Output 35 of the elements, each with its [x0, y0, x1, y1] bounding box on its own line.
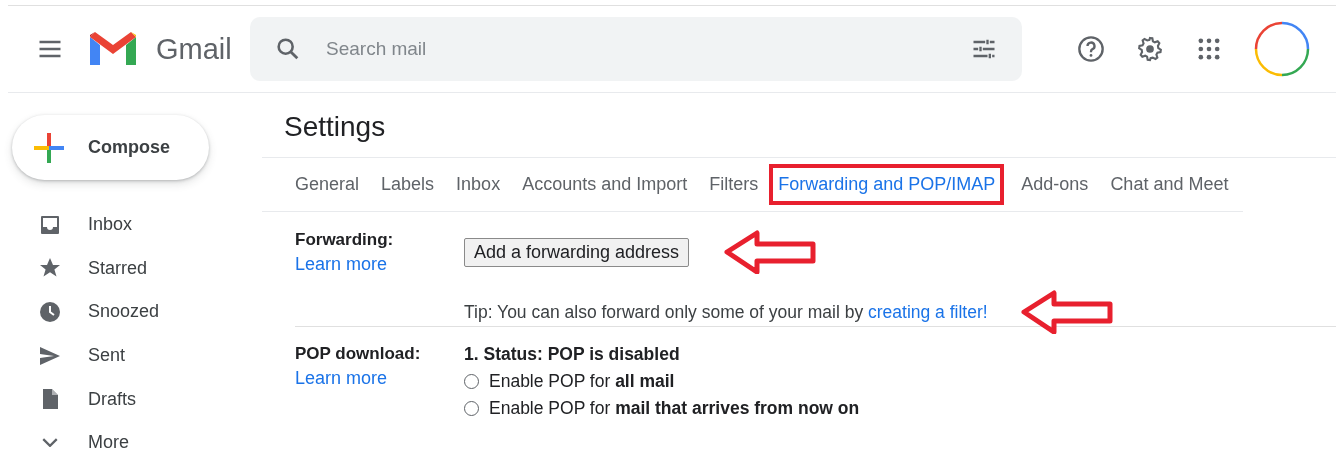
clock-icon — [38, 300, 62, 324]
page-title: Settings — [262, 93, 1336, 158]
learn-more-link[interactable]: Learn more — [295, 254, 388, 275]
settings-tab[interactable]: General — [295, 174, 371, 195]
sidebar-item[interactable]: Starred — [88, 257, 148, 279]
option-label: Enable POP for mail that arrives from now on — [489, 398, 860, 419]
pop-status: 1. Status: POP is disabled — [464, 344, 681, 365]
add-forwarding-address-button[interactable]: Add a forwarding address — [464, 237, 690, 267]
section-label: POP download: — [295, 344, 422, 364]
settings-tab[interactable]: Forwarding and POP/IMAP — [778, 174, 996, 195]
sidebar-item[interactable]: Sent — [88, 345, 126, 367]
app-name: Gmail — [156, 32, 233, 66]
sidebar-item[interactable]: More — [88, 432, 129, 454]
section-label: Forwarding: — [295, 230, 395, 250]
learn-more-link[interactable]: Learn more — [295, 368, 388, 389]
settings-tab[interactable]: Inbox — [445, 174, 512, 195]
settings-tab[interactable]: Chat and Meet — [1099, 174, 1240, 195]
sidebar-item[interactable]: Inbox — [88, 214, 133, 236]
create-filter-link[interactable]: creating a filter! — [868, 301, 988, 323]
chevron-icon — [42, 438, 58, 448]
tip-text: Tip: You can also forward only some of your mail by creating a filter! — [464, 301, 988, 323]
compose-button[interactable]: Compose — [12, 115, 209, 180]
sidebar-item[interactable]: Snoozed — [88, 301, 160, 323]
plus-icon — [32, 130, 66, 165]
search-field[interactable]: Search mail — [324, 37, 970, 61]
help-icon[interactable] — [1077, 35, 1105, 63]
settings-tab[interactable]: Add-ons — [1010, 174, 1100, 195]
sidebar-item[interactable]: Drafts — [88, 388, 136, 410]
settings-icon[interactable] — [1136, 35, 1164, 63]
settings-tab[interactable]: Accounts and Import — [511, 174, 699, 195]
search-bar[interactable]: Search mail — [250, 17, 1022, 81]
settings-tab[interactable]: Labels — [370, 174, 446, 195]
settings-tab[interactable]: Filters — [698, 174, 770, 195]
option-label: Enable POP for all mail — [489, 371, 675, 392]
avatar-icon[interactable] — [1254, 21, 1310, 77]
